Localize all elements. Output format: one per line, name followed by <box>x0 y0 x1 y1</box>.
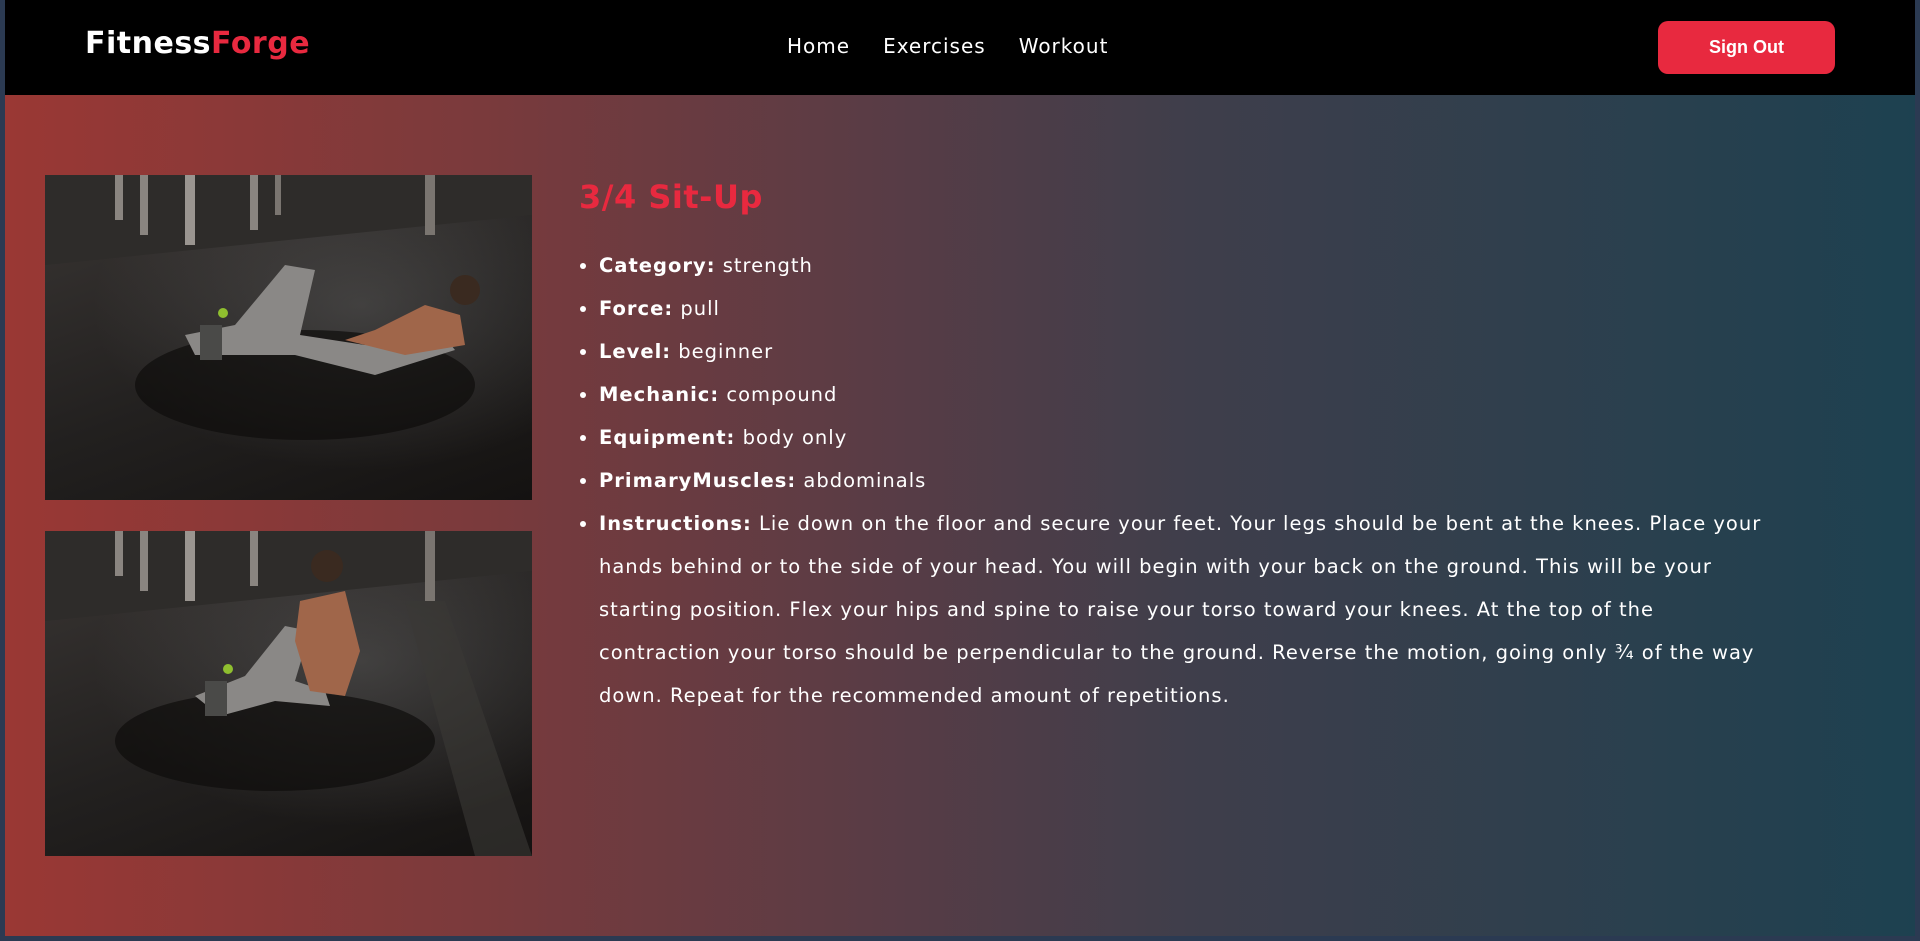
exercise-image-end <box>45 531 532 856</box>
exercise-details: 3/4 Sit-Up Category: strength Force: pul… <box>579 178 1779 717</box>
exercise-title: 3/4 Sit-Up <box>579 178 763 216</box>
nav-link-home[interactable]: Home <box>787 34 850 58</box>
exercise-image-start <box>45 175 532 500</box>
attr-force-value: pull <box>680 297 720 320</box>
app-frame: FitnessForge Home Exercises Workout Sign… <box>5 0 1915 936</box>
attr-level: Level: beginner <box>599 330 1779 373</box>
attr-force: Force: pull <box>599 287 1779 330</box>
attr-mechanic-label: Mechanic: <box>599 383 720 406</box>
exercise-photo-start <box>45 175 532 440</box>
navbar: FitnessForge Home Exercises Workout Sign… <box>5 0 1915 95</box>
logo[interactable]: FitnessForge <box>85 26 310 61</box>
attr-instructions-label: Instructions: <box>599 512 752 535</box>
attr-equipment-label: Equipment: <box>599 426 736 449</box>
nav-link-workout[interactable]: Workout <box>1019 34 1109 58</box>
sign-out-button[interactable]: Sign Out <box>1658 21 1835 74</box>
attr-mechanic-value: compound <box>726 383 838 406</box>
nav-link-exercises[interactable]: Exercises <box>883 34 986 58</box>
attr-equipment-value: body only <box>742 426 848 449</box>
exercise-attributes-list: Category: strength Force: pull Level: be… <box>579 244 1779 717</box>
exercise-photo-end <box>45 531 532 856</box>
attr-equipment: Equipment: body only <box>599 416 1779 459</box>
attr-category: Category: strength <box>599 244 1779 287</box>
attr-instructions-value: Lie down on the floor and secure your fe… <box>599 512 1762 707</box>
attr-level-value: beginner <box>678 340 774 363</box>
logo-primary: Fitness <box>85 26 212 61</box>
attr-primary-muscles: PrimaryMuscles: abdominals <box>599 459 1779 502</box>
attr-instructions: Instructions: Lie down on the floor and … <box>599 502 1779 717</box>
attr-category-label: Category: <box>599 254 716 277</box>
nav-links: Home Exercises Workout <box>787 34 1108 58</box>
attr-primary-muscles-value: abdominals <box>803 469 927 492</box>
logo-accent: Forge <box>211 26 311 61</box>
attr-category-value: strength <box>722 254 813 277</box>
attr-primary-muscles-label: PrimaryMuscles: <box>599 469 797 492</box>
attr-mechanic: Mechanic: compound <box>599 373 1779 416</box>
attr-level-label: Level: <box>599 340 672 363</box>
attr-force-label: Force: <box>599 297 674 320</box>
